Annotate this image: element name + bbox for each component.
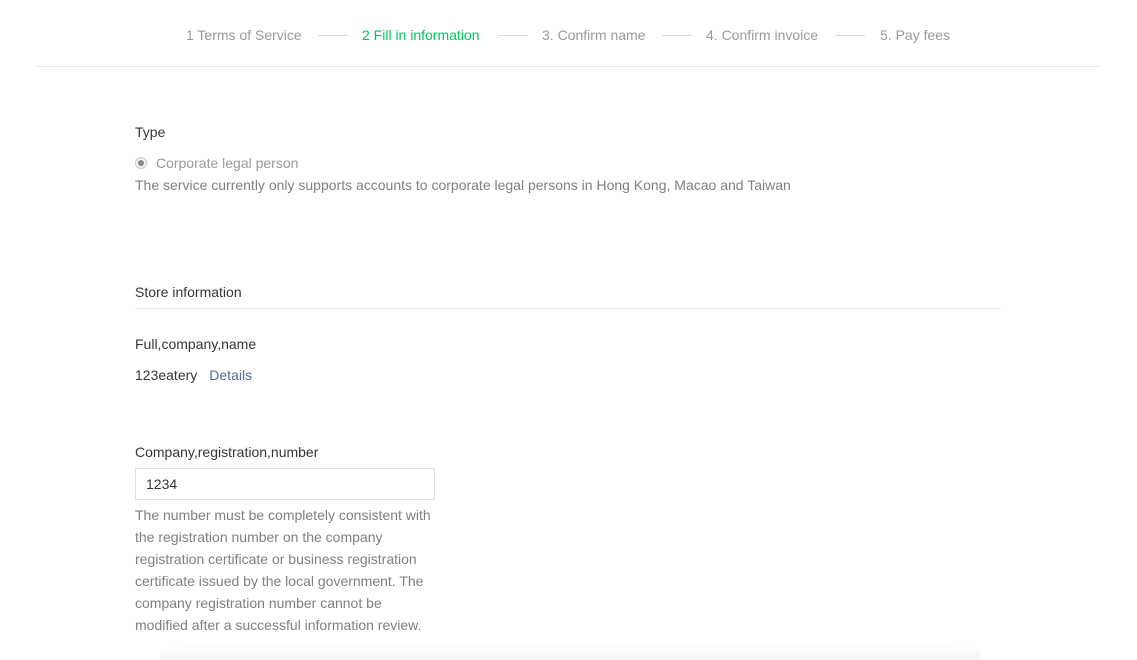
- details-link[interactable]: Details: [209, 367, 252, 383]
- registration-number-note: The number must be completely consistent…: [135, 507, 431, 633]
- section-divider: [135, 308, 1001, 309]
- type-note: The service currently only supports acco…: [135, 177, 791, 193]
- store-information-title: Store information: [135, 284, 242, 300]
- company-name-value: 123eatery: [135, 367, 198, 383]
- bottom-shadow: [160, 640, 980, 660]
- page: 1 Terms of Service 2 Fill in information…: [0, 0, 1137, 660]
- radio-dot: [138, 160, 144, 166]
- corporate-legal-person-radio[interactable]: Corporate legal person: [135, 155, 298, 171]
- step-pay-fees[interactable]: 5. Pay fees: [880, 27, 950, 43]
- progress-steps: 1 Terms of Service 2 Fill in information…: [36, 0, 1100, 67]
- type-label: Type: [135, 124, 166, 140]
- registration-number-label: Company,registration,number: [135, 444, 319, 460]
- step-confirm-invoice[interactable]: 4. Confirm invoice: [706, 27, 818, 43]
- registration-number-input[interactable]: [135, 468, 435, 500]
- company-name-row: 123eatery Details: [135, 367, 252, 383]
- company-name-label: Full,company,name: [135, 336, 257, 352]
- step-connector: [662, 35, 692, 36]
- radio-selected-icon[interactable]: [135, 157, 147, 169]
- step-confirm-name[interactable]: 3. Confirm name: [542, 27, 645, 43]
- step-connector: [835, 35, 865, 36]
- step-connector: [498, 35, 528, 36]
- step-fill-in-information[interactable]: 2 Fill in information: [362, 27, 480, 43]
- step-terms-of-service[interactable]: 1 Terms of Service: [186, 27, 302, 43]
- step-connector: [318, 35, 348, 36]
- radio-label: Corporate legal person: [156, 155, 299, 171]
